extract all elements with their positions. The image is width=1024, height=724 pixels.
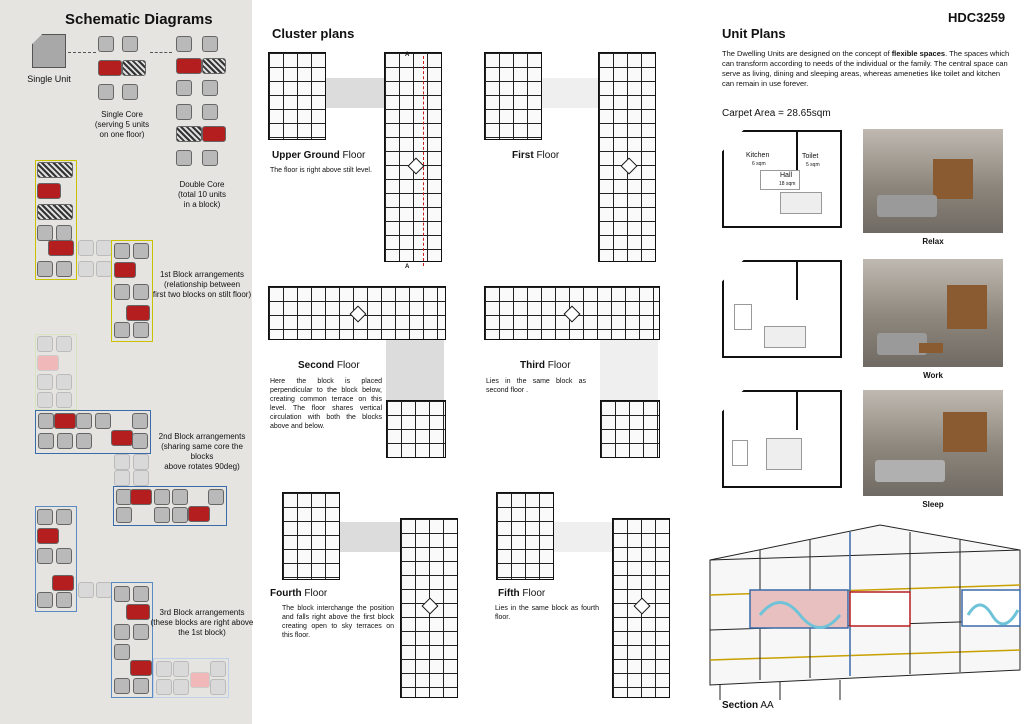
hall-label: Hall [780,172,793,179]
section-marker-top: A [405,52,410,58]
work-render-image [863,259,1003,367]
toilet-label: Toilet [802,153,819,160]
block-1-label: 1st Block arrangements (relationship bet… [152,270,252,299]
toilet-area: 5 sqm [806,162,820,168]
section-title: Section AA [722,700,774,711]
arrow-connector [150,52,172,53]
fifth-floor-title: Fifth Floor [498,588,546,599]
double-core-label: Double Core (total 10 units in a block) [177,180,227,209]
project-code: HDC3259 [948,10,1006,25]
relax-render-image [863,129,1003,233]
single-unit-shape [32,34,66,68]
caption-sleep: Sleep [922,500,944,509]
carpet-area: Carpet Area = 28.65sqm [722,108,831,119]
single-unit-label: Single Unit [27,74,71,84]
arrow-connector [68,52,96,53]
block-3-label: 3rd Block arrangements (these blocks are… [150,608,254,637]
third-floor-title: Third Floor [520,360,571,371]
fourth-floor-title: Fourth Floor [270,588,328,599]
section-line-aa [423,56,424,266]
sleep-render-image [863,390,1003,496]
caption-relax: Relax [922,237,944,246]
kitchen-label: Kitchen [746,152,770,159]
cluster-plans-title: Cluster plans [272,26,355,41]
kitchen-area: 6 sqm [752,161,766,167]
unit-intro: The Dwelling Units are designed on the c… [722,49,1010,88]
second-floor-desc: Here the block is placed perpendicular t… [270,378,382,430]
third-floor-desc: Lies in the same block as second floor . [486,378,586,394]
section-marker-bottom: A [405,264,410,270]
schematic-title: Schematic Diagrams [65,11,213,28]
first-floor-title: First Floor [512,150,560,161]
schematic-panel: Schematic Diagrams Single Unit Single Co… [0,0,254,724]
block-2-label: 2nd Block arrangements (sharing same cor… [158,432,246,471]
hall-area: 18 sqm [779,181,796,187]
caption-work: Work [923,371,943,380]
single-core-label: Single Core (serving 5 units on one floo… [94,110,150,139]
upper-ground-title: Upper Ground Floor [272,150,366,161]
fourth-floor-desc: The block interchange the position and f… [282,605,394,639]
fifth-floor-desc: Lies in the same block as fourth floor. [495,605,599,621]
unit-plans-title: Unit Plans [722,26,786,41]
second-floor-title: Second Floor [298,360,360,371]
upper-ground-desc: The floor is right above stilt level. [270,167,372,174]
